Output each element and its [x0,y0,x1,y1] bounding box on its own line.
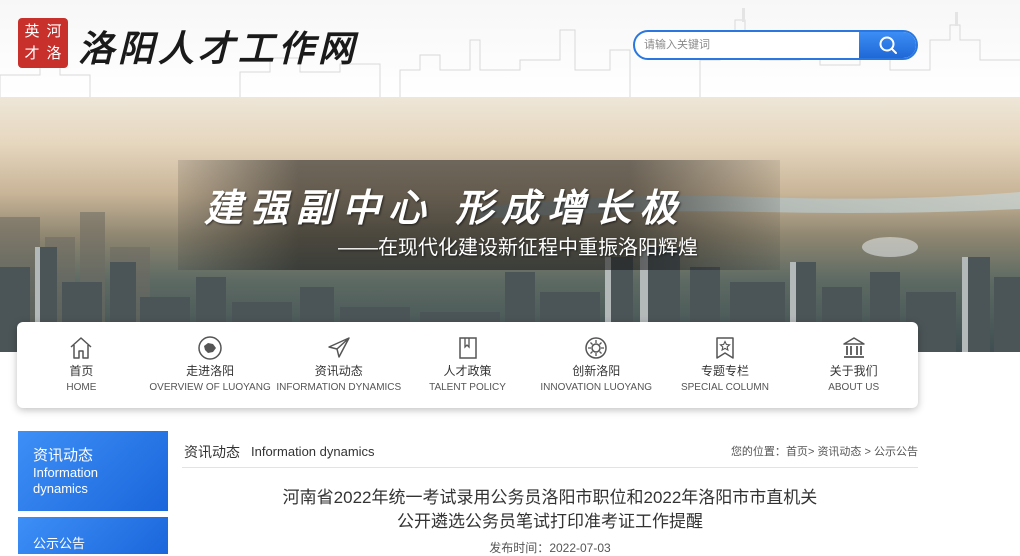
nav-label-cn: 关于我们 [829,364,878,378]
nav-item-about-us[interactable]: 关于我们 ABOUT US [789,322,918,408]
banner-slogan: 建强副中心 形成增长极 [204,185,686,230]
sidebar-item-information-active[interactable]: 资讯动态 Information dynamics [18,431,168,511]
nav-label-en: SPECIAL COLUMN [680,382,769,393]
sidebar-title-en: dynamics [33,481,88,496]
nav-label-cn: 专题专栏 [700,364,749,378]
logo-char: 洛 [46,44,62,62]
breadcrumb-separator: > [807,446,815,458]
nav-label-cn: 人才政策 [443,364,492,378]
sidebar-item-label: 公示公告 [33,536,86,551]
breadcrumb-prefix: 您的位置： [730,446,786,458]
building-icon [840,334,868,362]
section-header: 资讯动态 Information dynamics 您的位置：首页> 资讯动态 … [182,436,918,468]
nav-label-en: HOME [66,382,97,393]
site-logo[interactable]: 英 河 才 洛 [18,18,68,68]
search-button[interactable] [859,32,916,58]
nav-item-home[interactable]: 首页 HOME [17,322,146,408]
nav-label-cn: 创新洛阳 [572,364,621,378]
breadcrumb-home-link[interactable]: 首页 [786,446,808,458]
search-input[interactable] [635,32,861,58]
home-icon [67,334,95,362]
nav-item-special-column[interactable]: 专题专栏 SPECIAL COLUMN [661,322,790,408]
sidebar-item-announcements[interactable]: 公示公告 [18,517,168,554]
hero-banner: 建强副中心 形成增长极 ——在现代化建设新征程中重振洛阳辉煌 [0,97,1020,352]
nav-label-en: ABOUT US [828,382,880,393]
logo-char: 河 [46,22,62,40]
nav-label-cn: 资讯动态 [314,364,363,378]
logo-char: 才 [24,44,40,62]
sidebar-title-en: Information [33,465,99,480]
nav-label-en: INFORMATION DYNAMICS [276,382,402,393]
nav-label-cn: 首页 [69,364,94,378]
paper-plane-icon [325,334,353,362]
section-title-cn: 资讯动态 [184,444,240,460]
star-badge-icon [711,334,739,362]
nav-label-en: TALENT POLICY [429,382,506,393]
breadcrumb: 您的位置：首页> 资讯动态 > 公示公告 [731,443,918,459]
search-box [633,30,918,60]
site-header: 英 河 才 洛 洛阳人才工作网 [0,0,1020,97]
main-nav: 首页 HOME 走进洛阳 OVERVIEW OF LUOYANG 资讯动态 IN… [17,322,918,408]
nav-item-talent-policy[interactable]: 人才政策 TALENT POLICY [403,322,532,408]
section-title-en: Information dynamics [251,444,375,459]
search-icon [879,36,897,54]
site-title[interactable]: 洛阳人才工作网 [78,20,358,72]
gear-icon [582,334,610,362]
nav-item-innovation[interactable]: 创新洛阳 INNOVATION LUOYANG [532,322,661,408]
nav-item-information[interactable]: 资讯动态 INFORMATION DYNAMICS [274,322,403,408]
nav-label-en: INNOVATION LUOYANG [540,382,653,393]
nav-item-overview[interactable]: 走进洛阳 OVERVIEW OF LUOYANG [146,322,275,408]
article-title: 河南省2022年统一考试录用公务员洛阳市职位和2022年洛阳市市直机关 公开遴选… [230,486,870,534]
article-title-line: 公开遴选公务员笔试打印准考证工作提醒 [397,512,703,531]
publish-date: 2022-07-03 [549,541,611,555]
nav-label-en: OVERVIEW OF LUOYANG [149,382,271,393]
publish-label: 发布时间： [489,541,550,555]
logo-char: 英 [24,22,40,40]
breadcrumb-separator: > [864,446,871,458]
breadcrumb-current-link[interactable]: 公示公告 [874,446,918,458]
map-icon [196,334,224,362]
banner-subtitle: ——在现代化建设新征程中重振洛阳辉煌 [338,237,698,259]
breadcrumb-section-link[interactable]: 资讯动态 [817,446,861,458]
article-title-line: 河南省2022年统一考试录用公务员洛阳市职位和2022年洛阳市市直机关 [282,488,818,507]
book-icon [454,334,482,362]
nav-label-cn: 走进洛阳 [186,364,235,378]
article-publish-time: 发布时间：2022-07-03 [430,539,670,556]
sidebar-title-cn: 资讯动态 [33,447,94,464]
